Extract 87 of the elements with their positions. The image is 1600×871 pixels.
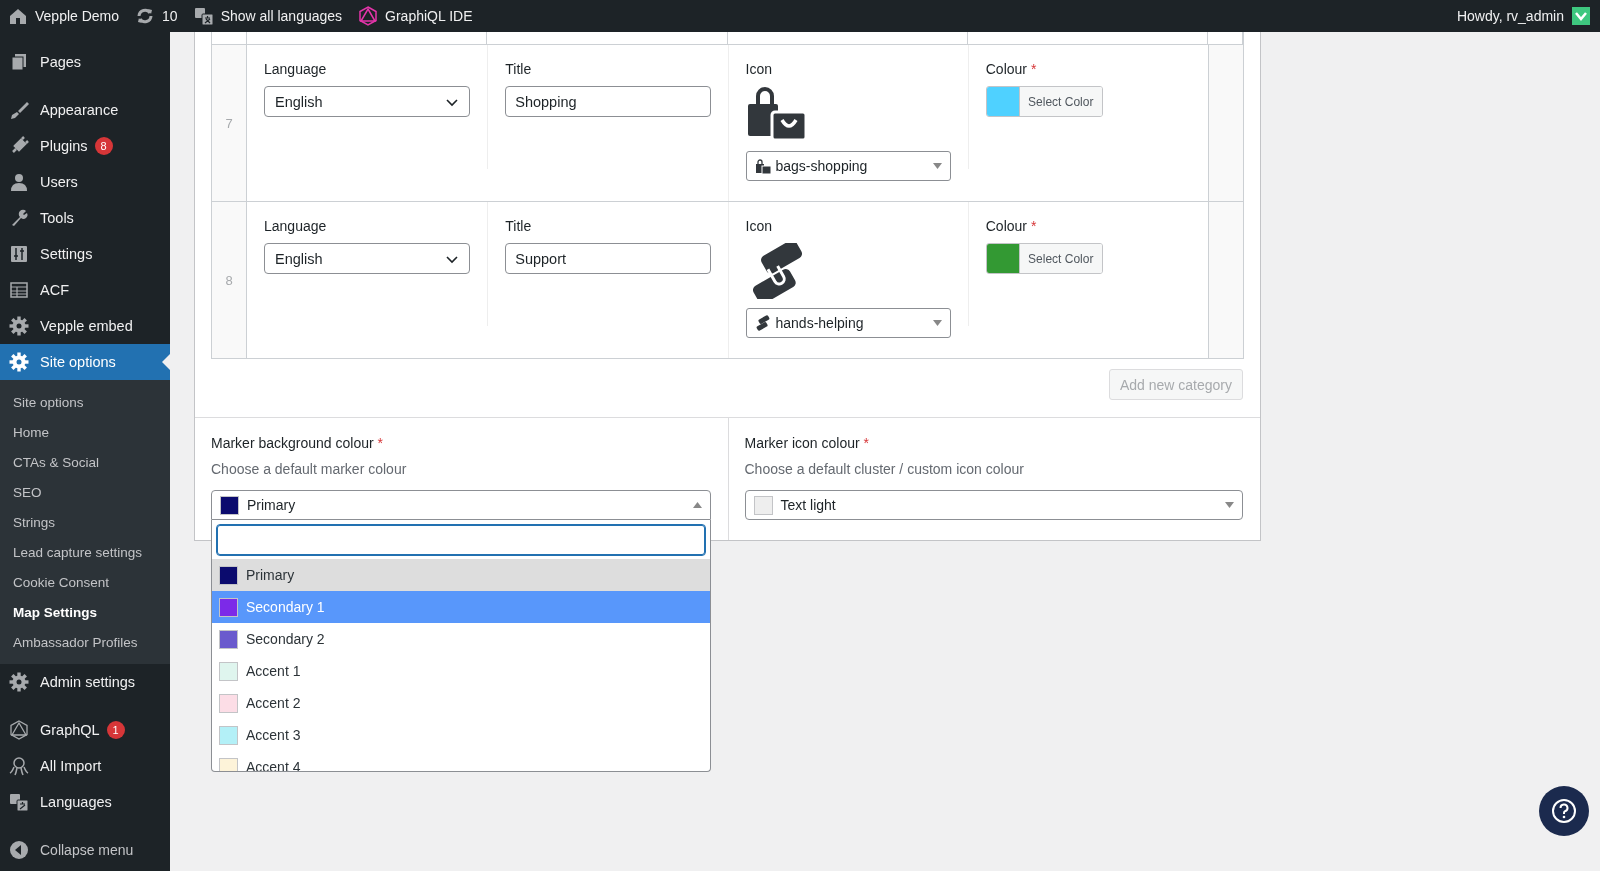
select-color-button[interactable]: Select Color — [1018, 244, 1102, 273]
menu-item[interactable]: Appearance — [0, 92, 170, 128]
submenu-item[interactable]: Cookie Consent — [0, 567, 170, 597]
color-select[interactable]: Text light — [744, 490, 1243, 520]
count-badge: 8 — [94, 137, 113, 155]
menu-item[interactable]: Site options — [0, 344, 170, 380]
gear-icon — [9, 316, 29, 336]
menu-item[interactable]: ACF — [0, 272, 170, 308]
row-number: 7 — [212, 45, 247, 201]
submenu-item[interactable]: Map Settings — [0, 597, 170, 627]
collapse-menu-button[interactable]: Collapse menu — [0, 832, 170, 868]
field-description: Choose a default cluster / custom icon colour — [744, 461, 1025, 477]
field-label: Colour * — [985, 218, 1038, 234]
submenu-item[interactable]: Site options — [0, 387, 170, 417]
caret-down-icon — [932, 163, 942, 169]
brush-icon — [9, 100, 29, 120]
menu-item[interactable]: Tools — [0, 200, 170, 236]
field-label: Language — [264, 61, 328, 77]
table-icon — [9, 280, 29, 300]
icon-select[interactable]: bags-shopping — [745, 151, 951, 181]
dropdown-option[interactable]: Accent 3 — [212, 719, 710, 751]
submenu-item[interactable]: CTAs & Social — [0, 447, 170, 477]
color-swatch[interactable] — [986, 87, 1019, 116]
dropdown-option[interactable]: Accent 1 — [212, 655, 710, 687]
icon-select[interactable]: hands-helping — [745, 308, 951, 338]
sliders-icon — [9, 244, 29, 264]
count-badge: 1 — [106, 721, 125, 739]
submenu-item[interactable]: SEO — [0, 477, 170, 507]
dropdown-option[interactable]: Accent 2 — [212, 687, 710, 719]
language-select[interactable]: English — [264, 243, 471, 274]
select-color-button[interactable]: Select Color — [1018, 87, 1102, 116]
avatar-icon — [1572, 7, 1590, 25]
graphql-icon — [358, 6, 379, 26]
field-description: Choose a default marker colour — [211, 461, 408, 477]
translate-icon — [9, 792, 29, 812]
title-input[interactable]: Shopping — [505, 86, 711, 117]
octopus-icon — [9, 756, 29, 776]
field-label: Icon — [745, 218, 773, 234]
toolbar-link[interactable]: Vepple Demo — [35, 8, 120, 24]
greeting-link[interactable]: Howdy, rv_admin — [1456, 8, 1564, 24]
toolbar-link[interactable]: 10 — [162, 8, 178, 24]
row-number: 8 — [212, 202, 247, 358]
graphql-icon — [9, 720, 29, 740]
gear-icon — [9, 672, 29, 692]
color-select[interactable]: Primary — [211, 490, 711, 520]
submenu-item[interactable]: Strings — [0, 507, 170, 537]
pages-icon — [9, 52, 29, 72]
submenu-item[interactable]: Ambassador Profiles — [0, 627, 170, 657]
search-field[interactable] — [216, 524, 706, 556]
caret-up-icon — [692, 502, 702, 508]
toolbar-link[interactable]: GraphiQL IDE — [385, 8, 473, 24]
collapse-icon — [9, 840, 29, 860]
toolbar-link[interactable]: Show all languages — [220, 8, 343, 24]
field-label: Title — [505, 61, 533, 77]
help-button[interactable] — [1539, 786, 1589, 836]
shopping-bags-icon — [745, 86, 808, 142]
color-swatch[interactable] — [986, 244, 1019, 273]
submenu-item[interactable]: Lead capture settings — [0, 537, 170, 567]
menu-item[interactable]: Languages — [0, 784, 170, 820]
shopping-bags-icon — [754, 158, 771, 174]
field-label: Marker background colour * — [211, 435, 384, 451]
submenu-item[interactable]: Home — [0, 417, 170, 447]
dropdown-option[interactable]: Primary — [212, 559, 710, 591]
help-icon — [1551, 798, 1577, 824]
field-label: Marker icon colour * — [744, 435, 870, 451]
dropdown-option[interactable]: Secondary 2 — [212, 623, 710, 655]
user-icon — [9, 172, 29, 192]
gear-icon — [9, 352, 29, 372]
menu-item[interactable]: GraphQL 1 — [0, 712, 170, 748]
language-select[interactable]: English — [264, 86, 471, 117]
menu-item[interactable]: Plugins 8 — [0, 128, 170, 164]
menu-item[interactable]: Pages — [0, 44, 170, 80]
menu-item[interactable]: Users — [0, 164, 170, 200]
title-input[interactable]: Support — [505, 243, 711, 274]
caret-down-icon — [1225, 502, 1234, 508]
home-icon — [8, 6, 28, 26]
handshake-icon — [754, 315, 771, 331]
menu-item[interactable]: Admin settings — [0, 664, 170, 700]
caret-down-icon — [932, 320, 942, 326]
field-label: Colour * — [985, 61, 1038, 77]
translate-icon — [193, 6, 214, 26]
menu-item[interactable]: Settings — [0, 236, 170, 272]
field-label: Icon — [745, 61, 773, 77]
field-label: Title — [505, 218, 533, 234]
menu-item[interactable]: Vepple embed — [0, 308, 170, 344]
menu-item[interactable]: All Import — [0, 748, 170, 784]
field-label: Language — [264, 218, 328, 234]
